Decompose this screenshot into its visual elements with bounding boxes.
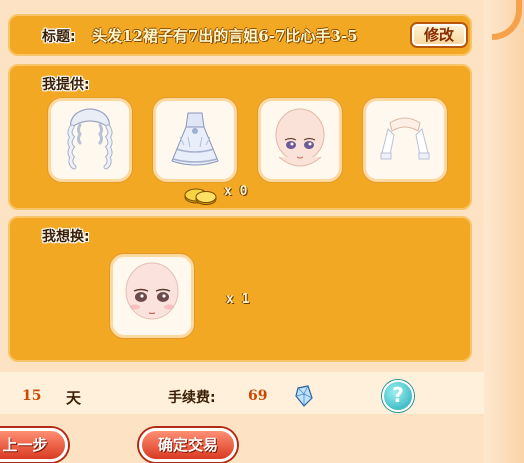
title-label: 标题: — [42, 29, 76, 45]
fee-value: 69 — [248, 388, 268, 404]
heart-hands-icon — [380, 117, 430, 160]
title-bar: 标题: 头发12裙子有7出的言姐6-7比心手3-5 修改 — [8, 14, 472, 56]
crystal-icon — [295, 385, 313, 407]
face-icon — [125, 262, 179, 320]
offer-coin-count: x 0 — [224, 184, 248, 199]
confirm-trade-button[interactable]: 确定交易 — [139, 428, 237, 462]
want-heading: 我想换: — [42, 229, 90, 245]
title-value[interactable]: 头发12裙子有7出的言姐6-7比心手3-5 — [92, 25, 358, 46]
want-count: x 1 — [226, 292, 250, 307]
right-border-decoration — [484, 0, 524, 463]
offer-heading: 我提供: — [42, 77, 90, 93]
coin-icon — [184, 188, 217, 205]
want-panel: 我想换: x 1 — [8, 216, 472, 362]
curly-hair-icon — [67, 108, 113, 170]
offer-slot-curly-hair[interactable] — [48, 98, 132, 182]
fee-label: 手续费: — [168, 390, 216, 406]
edit-title-button[interactable]: 修改 — [410, 22, 468, 48]
want-slot-face[interactable] — [110, 254, 194, 338]
offer-slot-lace-dress[interactable] — [153, 98, 237, 182]
offer-slot-face[interactable] — [258, 98, 342, 182]
previous-step-button[interactable]: 上一步 — [0, 428, 68, 462]
duration-days-unit: 天 — [66, 389, 82, 407]
offer-slot-heart-hands[interactable] — [363, 98, 447, 182]
help-button[interactable]: ? — [382, 380, 414, 412]
duration-days-value: 15 — [22, 388, 42, 404]
face-icon — [275, 108, 325, 167]
offer-panel: 我提供: x 0 — [8, 64, 472, 210]
lace-dress-icon — [171, 112, 219, 166]
